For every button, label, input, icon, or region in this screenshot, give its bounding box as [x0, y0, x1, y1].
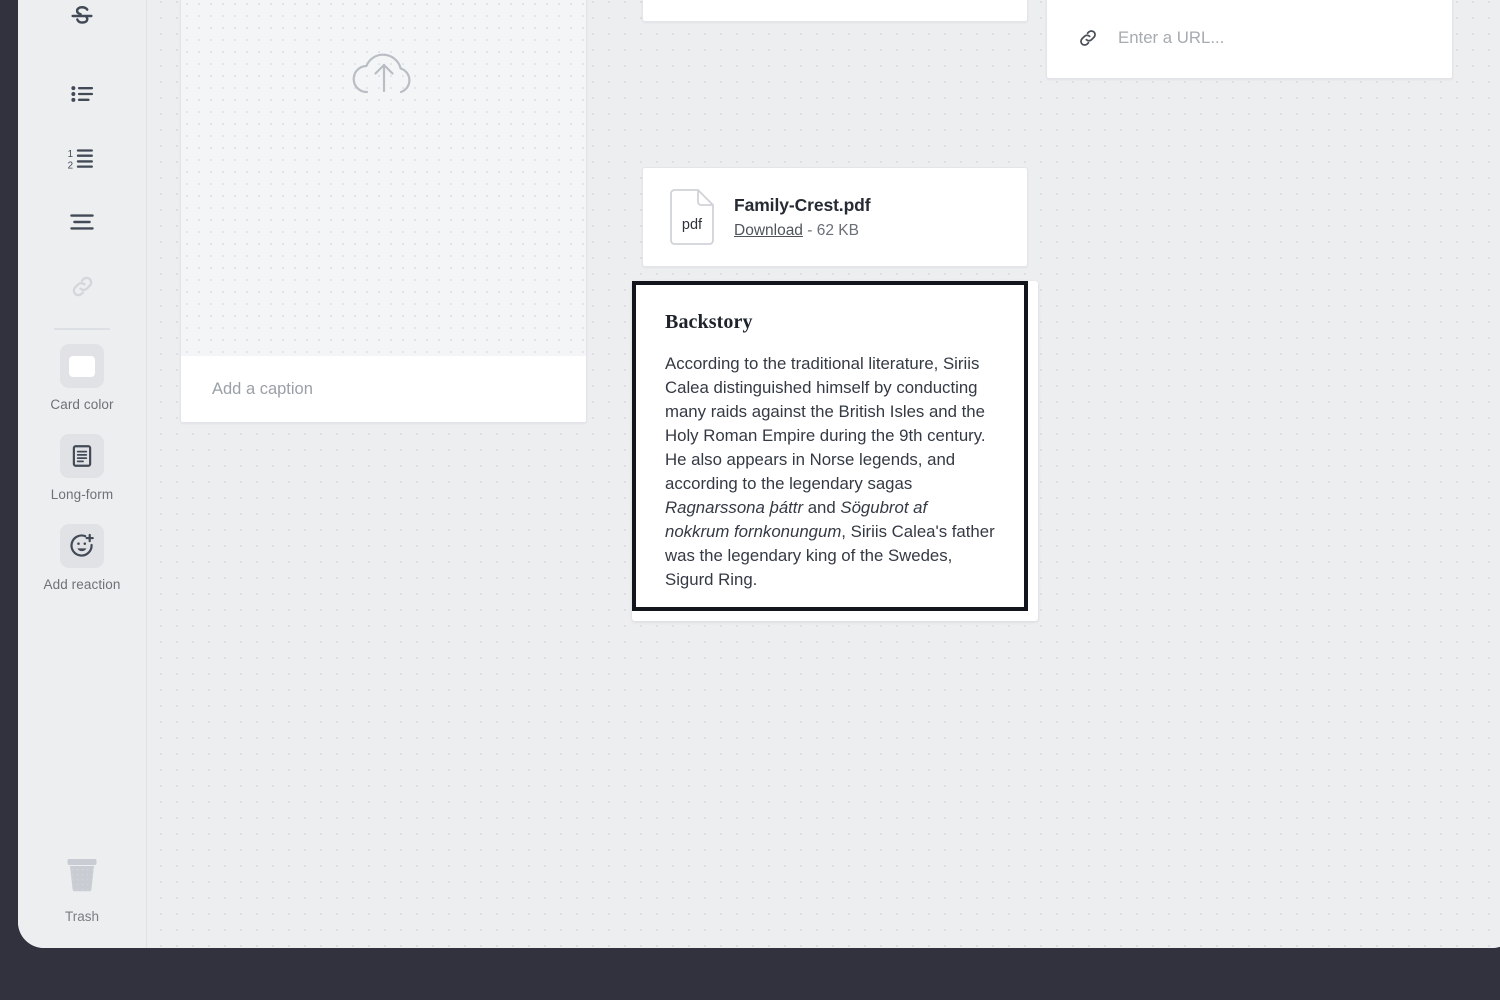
upload-dropzone[interactable] — [181, 0, 586, 358]
document-lines-icon — [60, 434, 104, 478]
sidebar-action-card-color[interactable]: Card color — [18, 344, 146, 412]
svg-text:pdf: pdf — [682, 217, 703, 233]
svg-text:2: 2 — [68, 160, 73, 171]
svg-text:1: 1 — [68, 149, 73, 160]
sidebar-tool-link[interactable] — [18, 254, 146, 318]
pdf-file-icon: pdf — [669, 189, 715, 245]
sidebar-trash[interactable]: Trash — [18, 853, 146, 924]
left-toolbar: 1 2 Card color Long-form Add reaction Tr… — [18, 0, 147, 948]
formatting-tool-rail: 1 2 Card color Long-form Add reaction — [18, 0, 146, 614]
file-attachment-card[interactable]: pdf Family-Crest.pdf Download - 62 KB — [642, 167, 1028, 267]
file-size: 62 KB — [816, 221, 859, 239]
backstory-text-1: According to the traditional literature,… — [665, 354, 986, 493]
long-form-label: Long-form — [50, 487, 114, 502]
app-window: 1 2 Card color Long-form Add reaction Tr… — [18, 0, 1500, 948]
strikethrough-icon — [68, 2, 96, 30]
sidebar-tool-text-align[interactable] — [18, 190, 146, 254]
screen: 1 2 Card color Long-form Add reaction Tr… — [0, 0, 1500, 1000]
backstory-card-wrapper[interactable]: Backstory According to the traditional l… — [632, 281, 1038, 621]
color-swatch-icon — [60, 344, 104, 388]
url-input-card[interactable]: Enter a URL... — [1046, 0, 1453, 79]
smiley-plus-icon — [60, 524, 104, 568]
text-align-icon — [68, 208, 96, 236]
download-link[interactable]: Download — [734, 222, 803, 239]
backstory-card[interactable]: Backstory According to the traditional l… — [632, 281, 1028, 611]
backstory-body: According to the traditional literature,… — [665, 352, 995, 592]
file-meta: Family-Crest.pdf Download - 62 KB — [734, 194, 871, 240]
sidebar-action-long-form[interactable]: Long-form — [18, 434, 146, 502]
cloud-upload-icon — [347, 44, 421, 109]
file-actions: Download - 62 KB — [734, 222, 870, 240]
sidebar-action-add-reaction[interactable]: Add reaction — [18, 524, 146, 592]
backstory-title: Backstory — [665, 311, 753, 333]
link-icon — [69, 273, 96, 300]
add-reaction-label: Add reaction — [43, 577, 121, 592]
link-icon — [1077, 27, 1099, 49]
file-meta-separator: - — [802, 221, 817, 239]
board-canvas[interactable]: Add a caption Species: Human/Eagle Power… — [147, 0, 1500, 948]
numbered-list-icon: 1 2 — [67, 144, 97, 172]
caption-input[interactable]: Add a caption — [181, 356, 586, 422]
file-name: Family-Crest.pdf — [734, 194, 871, 215]
trash-icon — [61, 853, 103, 902]
sidebar-tool-strikethrough[interactable] — [18, 0, 146, 62]
backstory-saga-title-1: Ragnarssona þáttr — [665, 498, 804, 517]
backstory-text-2: and — [803, 498, 841, 517]
url-input-placeholder[interactable]: Enter a URL... — [1118, 28, 1224, 48]
bulleted-list-icon — [68, 80, 96, 108]
trash-label: Trash — [64, 909, 99, 924]
toolbar-divider — [54, 328, 110, 330]
sidebar-tool-bulleted-list[interactable] — [18, 62, 146, 126]
sidebar-tool-numbered-list[interactable]: 1 2 — [18, 126, 146, 190]
card-color-label: Card color — [50, 397, 114, 412]
image-upload-card[interactable]: Add a caption — [180, 0, 587, 423]
character-details-card[interactable]: Species: Human/Eagle Powers: Can hear an… — [642, 0, 1028, 22]
